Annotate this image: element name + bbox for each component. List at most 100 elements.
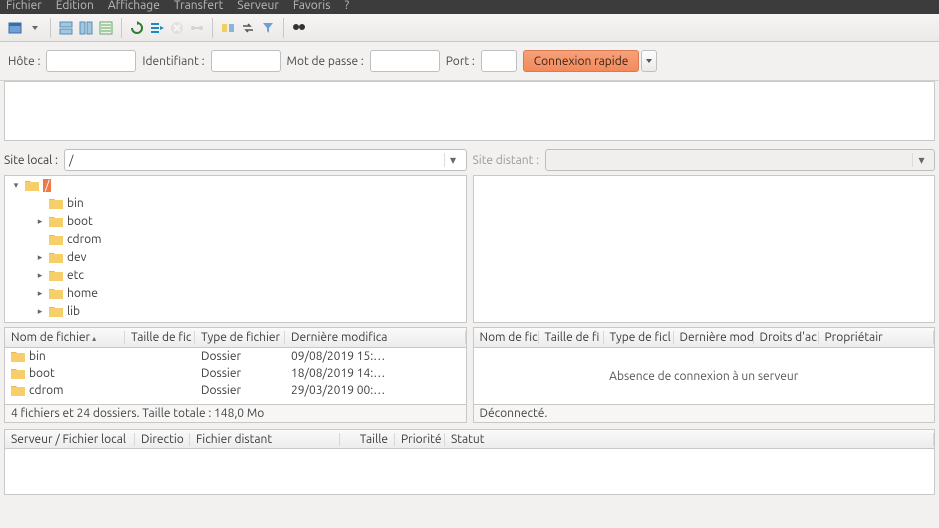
port-input[interactable]	[481, 50, 517, 72]
col-priority[interactable]: Priorité	[395, 433, 445, 446]
process-queue-icon[interactable]	[148, 19, 166, 37]
tree-item-label: cdrom	[67, 233, 101, 246]
file-date: 18/08/2019 14:…	[285, 367, 466, 380]
tree-item-label: lib	[67, 305, 80, 318]
tree-item-label: /	[43, 179, 51, 192]
folder-icon	[49, 234, 63, 245]
list-row[interactable]: binDossier09/08/2019 15:…	[5, 348, 466, 365]
col-date[interactable]: Dernière modifica	[285, 331, 466, 344]
refresh-icon[interactable]	[128, 19, 146, 37]
quickconnect-button[interactable]: Connexion rapide	[523, 50, 640, 72]
expand-icon[interactable]: ▾	[11, 180, 21, 191]
toggle-tree-icon[interactable]	[77, 19, 95, 37]
quickconnect-bar: Hôte : Identifiant : Mot de passe : Port…	[0, 42, 939, 81]
folder-icon	[49, 216, 63, 227]
expand-icon[interactable]: ▸	[35, 306, 45, 317]
menu-file[interactable]: Fichier	[6, 0, 42, 14]
tree-item[interactable]: ▸boot	[5, 212, 466, 230]
quickconnect-history-dropdown[interactable]	[641, 50, 657, 72]
local-status: 4 fichiers et 24 dossiers. Taille totale…	[4, 405, 467, 423]
remote-empty-message: Absence de connexion à un serveur	[609, 370, 798, 383]
tree-item-label: etc	[67, 269, 84, 282]
disconnect-icon[interactable]	[188, 19, 206, 37]
user-label: Identifiant :	[142, 55, 204, 68]
list-row[interactable]: cdrom Dossier29/03/2019 00:…	[5, 382, 466, 399]
sync-icon[interactable]	[239, 19, 257, 37]
menu-view[interactable]: Affichage	[108, 0, 160, 14]
chevron-down-icon: ▾	[912, 153, 930, 167]
local-path-input[interactable]: / ▾	[64, 149, 467, 171]
remote-status: Déconnecté.	[473, 405, 936, 423]
separator	[50, 18, 51, 38]
queue-header[interactable]: Serveur / Fichier local Directio Fichier…	[4, 429, 935, 449]
chevron-down-icon[interactable]: ▾	[444, 153, 462, 167]
col-size[interactable]: Taille de fic	[125, 331, 195, 344]
menu-help[interactable]: ?	[344, 0, 349, 14]
col-size[interactable]: Taille	[340, 433, 395, 446]
local-list-header[interactable]: Nom de fichier▴ Taille de fic Type de fi…	[4, 327, 467, 347]
menubar[interactable]: Fichier Édition Affichage Transfert Serv…	[0, 0, 939, 14]
local-tree[interactable]: ▾/bin▸bootcdrom▸dev▸etc▸home▸lib	[4, 175, 467, 323]
pass-input[interactable]	[370, 50, 440, 72]
toolbar	[0, 14, 939, 42]
local-file-list[interactable]: binDossier09/08/2019 15:…bootDossier18/0…	[4, 347, 467, 405]
tree-item-label: dev	[67, 251, 87, 264]
folder-icon	[49, 270, 63, 281]
file-date: 09/08/2019 15:…	[285, 350, 466, 363]
menu-transfer[interactable]: Transfert	[174, 0, 223, 14]
filter-icon[interactable]	[259, 19, 277, 37]
menu-server[interactable]: Serveur	[237, 0, 279, 14]
folder-icon	[49, 198, 63, 209]
col-server-local[interactable]: Serveur / Fichier local	[5, 433, 135, 446]
col-status[interactable]: Statut	[445, 433, 934, 446]
tree-item-label: home	[67, 287, 98, 300]
separator	[121, 18, 122, 38]
tree-item[interactable]: ▸ dev	[5, 248, 466, 266]
tree-item[interactable]: ▾/	[5, 176, 466, 194]
message-log[interactable]	[4, 81, 935, 141]
expand-icon[interactable]: ▸	[35, 216, 45, 227]
col-owner[interactable]: Propriétair	[819, 331, 935, 344]
host-input[interactable]	[46, 50, 136, 72]
folder-icon	[25, 180, 39, 191]
expand-icon[interactable]: ▸	[35, 270, 45, 281]
expand-icon[interactable]: ▸	[35, 288, 45, 299]
remote-tree[interactable]	[473, 175, 936, 323]
menu-edit[interactable]: Édition	[56, 0, 94, 14]
transfer-queue[interactable]	[4, 449, 935, 495]
folder-icon	[49, 306, 63, 317]
tree-item[interactable]: cdrom	[5, 230, 466, 248]
menu-bookmarks[interactable]: Favoris	[293, 0, 331, 14]
sort-asc-icon: ▴	[92, 334, 96, 343]
col-name[interactable]: Nom de fichier	[11, 331, 90, 344]
col-type[interactable]: Type de ficl	[604, 331, 674, 344]
col-date[interactable]: Dernière modi	[674, 331, 754, 344]
list-row[interactable]: bootDossier18/08/2019 14:…	[5, 365, 466, 382]
file-type: Dossier	[195, 384, 285, 397]
col-remote-file[interactable]: Fichier distant	[190, 433, 340, 446]
remote-file-list[interactable]: Absence de connexion à un serveur	[473, 347, 936, 405]
compare-icon[interactable]	[219, 19, 237, 37]
toggle-log-icon[interactable]	[57, 19, 75, 37]
col-type[interactable]: Type de fichier	[195, 331, 285, 344]
folder-icon	[11, 385, 25, 396]
find-icon[interactable]	[290, 19, 308, 37]
file-date: 29/03/2019 00:…	[285, 384, 466, 397]
toggle-queue-icon[interactable]	[97, 19, 115, 37]
col-direction[interactable]: Directio	[135, 433, 190, 446]
tree-item[interactable]: ▸ home	[5, 284, 466, 302]
col-name[interactable]: Nom de fic	[474, 331, 539, 344]
col-perms[interactable]: Droits d'ac	[754, 331, 819, 344]
cancel-icon[interactable]	[168, 19, 186, 37]
dropdown-icon[interactable]	[26, 19, 44, 37]
tree-item[interactable]: bin	[5, 194, 466, 212]
tree-item[interactable]: ▸ etc	[5, 266, 466, 284]
site-manager-icon[interactable]	[6, 19, 24, 37]
user-input[interactable]	[211, 50, 281, 72]
col-size[interactable]: Taille de fi	[539, 331, 604, 344]
expand-icon[interactable]: ▸	[35, 252, 45, 263]
file-name: cdrom	[29, 384, 63, 397]
remote-list-header[interactable]: Nom de fic Taille de fi Type de ficl Der…	[473, 327, 936, 347]
host-label: Hôte :	[8, 55, 40, 68]
tree-item[interactable]: ▸ lib	[5, 302, 466, 320]
